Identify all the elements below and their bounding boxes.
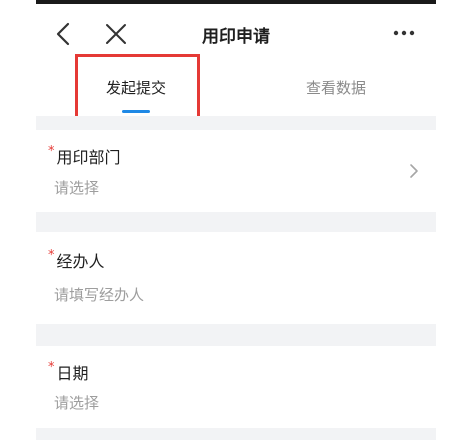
field-label: * 日期 [48,360,89,384]
page-title: 用印申请 [202,27,270,47]
field-placeholder: 请选择 [54,179,100,197]
field-seal-department[interactable]: * 用印部门 请选择 [36,130,436,212]
field-date[interactable]: * 日期 请选择 [36,346,436,428]
section-divider [36,212,436,232]
section-divider [36,428,436,440]
chevron-left-icon[interactable] [50,18,78,50]
field-label-text: 经办人 [56,252,105,271]
tab-bar: 发起提交 查看数据 [36,68,436,118]
required-marker: * [48,360,55,375]
field-placeholder: 请选择 [54,394,100,412]
tab-view-data[interactable]: 查看数据 [276,68,396,118]
field-handler[interactable]: * 经办人 请填写经办人 [36,232,436,324]
section-divider [36,116,436,130]
active-tab-indicator [122,110,150,113]
navigation-bar: 用印申请 [36,4,436,64]
close-icon[interactable] [102,20,130,48]
field-label: * 经办人 [48,248,105,272]
more-horizontal-icon[interactable] [384,18,424,48]
app-frame: 用印申请 发起提交 查看数据 * 用印部门 请选择 * 经办人 请填写经办人 * 日 [36,0,436,440]
field-label-text: 用印部门 [56,148,121,167]
field-label: * 用印部门 [48,144,121,168]
required-marker: * [48,144,55,159]
field-label-text: 日期 [56,364,89,383]
field-placeholder: 请填写经办人 [54,286,145,304]
section-divider [36,324,436,346]
required-marker: * [48,248,55,263]
chevron-right-icon [408,162,420,180]
